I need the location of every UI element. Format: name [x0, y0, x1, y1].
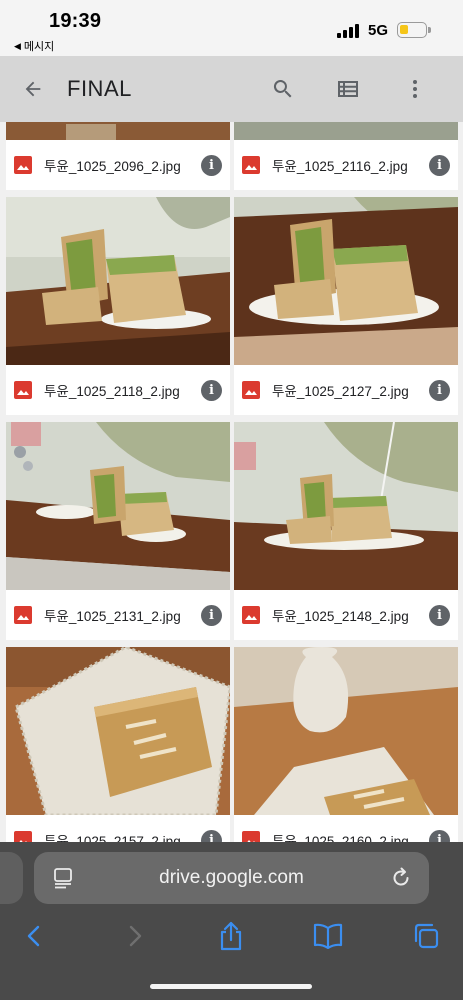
- file-tile[interactable]: 투윤_1025_2118_2.jpg i: [6, 197, 230, 415]
- search-button[interactable]: [266, 72, 300, 106]
- image-file-icon: [14, 606, 32, 624]
- info-icon: i: [437, 607, 442, 623]
- file-tile[interactable]: 투윤_1025_2127_2.jpg i: [234, 197, 458, 415]
- file-info-button[interactable]: i: [429, 604, 450, 626]
- file-name: 투윤_1025_2148_2.jpg: [272, 609, 409, 624]
- file-label-row: 투윤_1025_2131_2.jpg i: [6, 590, 230, 640]
- share-button[interactable]: [213, 918, 249, 954]
- home-indicator: [150, 984, 312, 989]
- file-thumbnail: [234, 422, 458, 590]
- file-label-row: 투윤_1025_2160_2.jpg i: [234, 815, 458, 842]
- info-icon: i: [437, 832, 442, 843]
- file-tile[interactable]: 투윤_1025_2131_2.jpg i: [6, 422, 230, 640]
- share-icon: [220, 921, 242, 951]
- file-thumbnail: [6, 647, 230, 815]
- image-file-icon: [242, 381, 260, 399]
- info-icon: i: [209, 157, 214, 173]
- page-menu-button[interactable]: [52, 867, 74, 894]
- address-bar[interactable]: drive.google.com: [34, 852, 429, 904]
- info-icon: i: [437, 382, 442, 398]
- more-vert-icon: [413, 80, 417, 98]
- list-view-icon: [338, 81, 358, 97]
- file-name: 투윤_1025_2131_2.jpg: [44, 609, 181, 624]
- browser-forward-button[interactable]: [116, 918, 152, 954]
- file-thumbnail: [234, 197, 458, 365]
- browser-back-button[interactable]: [17, 918, 53, 954]
- image-file-icon: [242, 156, 260, 174]
- folder-title: FINAL: [67, 76, 132, 101]
- file-tile[interactable]: 투윤_1025_2116_2.jpg i: [234, 122, 458, 190]
- search-icon: [273, 80, 292, 98]
- browser-bottom-bar: drive.google.com: [0, 842, 463, 1000]
- file-tile[interactable]: 투윤_1025_2157_2.jpg i: [6, 647, 230, 842]
- back-icon: [27, 925, 40, 947]
- file-grid: 투윤_1025_2096_2.jpg i 투윤_1025_2116_2.jpg …: [0, 122, 463, 842]
- file-info-button[interactable]: i: [429, 154, 450, 176]
- image-file-icon: [14, 831, 32, 842]
- tabs-icon: [414, 923, 439, 949]
- info-icon: i: [209, 832, 214, 843]
- file-label-row: 투윤_1025_2096_2.jpg i: [6, 140, 230, 190]
- file-name: 투윤_1025_2160_2.jpg: [272, 834, 409, 842]
- bookmarks-button[interactable]: [310, 918, 346, 954]
- bookmarks-icon: [313, 923, 343, 949]
- tabs-button[interactable]: [408, 918, 444, 954]
- back-button[interactable]: [16, 72, 50, 106]
- file-thumbnail: [6, 197, 230, 365]
- back-app-label: 메시지: [23, 41, 55, 53]
- reload-button[interactable]: [389, 866, 413, 895]
- image-file-icon: [14, 156, 32, 174]
- file-thumbnail: [234, 647, 458, 815]
- file-info-button[interactable]: i: [201, 604, 222, 626]
- file-info-button[interactable]: i: [201, 379, 222, 401]
- info-icon: i: [209, 607, 214, 623]
- image-file-icon: [242, 606, 260, 624]
- status-time: 19:39: [49, 10, 102, 32]
- file-name: 투윤_1025_2116_2.jpg: [272, 159, 408, 174]
- file-label-row: 투윤_1025_2157_2.jpg i: [6, 815, 230, 842]
- network-type: 5G: [368, 22, 389, 39]
- file-thumbnail: [6, 122, 230, 140]
- file-label-row: 투윤_1025_2127_2.jpg i: [234, 365, 458, 415]
- app-bar: FINAL: [0, 56, 463, 122]
- page-menu-icon: [54, 868, 72, 889]
- reload-icon: [393, 867, 409, 886]
- more-options-button[interactable]: [398, 72, 432, 106]
- file-label-row: 투윤_1025_2116_2.jpg i: [234, 140, 458, 190]
- file-name: 투윤_1025_2118_2.jpg: [44, 384, 180, 399]
- image-file-icon: [242, 831, 260, 842]
- back-triangle-icon: ◀: [14, 40, 21, 51]
- file-name: 투윤_1025_2157_2.jpg: [44, 834, 181, 842]
- status-bar: 19:39 ◀ 메시지 5G: [0, 0, 463, 56]
- cellular-signal-icon: [337, 24, 361, 38]
- file-thumbnail: [234, 122, 458, 140]
- file-tile[interactable]: 투윤_1025_2096_2.jpg i: [6, 122, 230, 190]
- file-thumbnail: [6, 422, 230, 590]
- previous-tab-preview[interactable]: [0, 852, 23, 904]
- info-icon: i: [437, 157, 442, 173]
- info-icon: i: [209, 382, 214, 398]
- file-name: 투윤_1025_2127_2.jpg: [272, 384, 409, 399]
- url-text: drive.google.com: [159, 867, 304, 888]
- file-tile[interactable]: 투윤_1025_2160_2.jpg i: [234, 647, 458, 842]
- file-label-row: 투윤_1025_2148_2.jpg i: [234, 590, 458, 640]
- file-name: 투윤_1025_2096_2.jpg: [44, 159, 181, 174]
- battery-fill: [400, 25, 408, 34]
- list-view-button[interactable]: [331, 72, 365, 106]
- file-info-button[interactable]: i: [201, 154, 222, 176]
- file-info-button[interactable]: i: [429, 829, 450, 843]
- file-tile[interactable]: 투윤_1025_2148_2.jpg i: [234, 422, 458, 640]
- file-info-button[interactable]: i: [429, 379, 450, 401]
- back-to-app-link[interactable]: ◀ 메시지: [14, 38, 54, 54]
- image-file-icon: [14, 381, 32, 399]
- arrow-back-icon: [25, 81, 41, 97]
- forward-icon: [129, 925, 142, 947]
- battery-icon: [397, 22, 431, 38]
- file-info-button[interactable]: i: [201, 829, 222, 843]
- file-label-row: 투윤_1025_2118_2.jpg i: [6, 365, 230, 415]
